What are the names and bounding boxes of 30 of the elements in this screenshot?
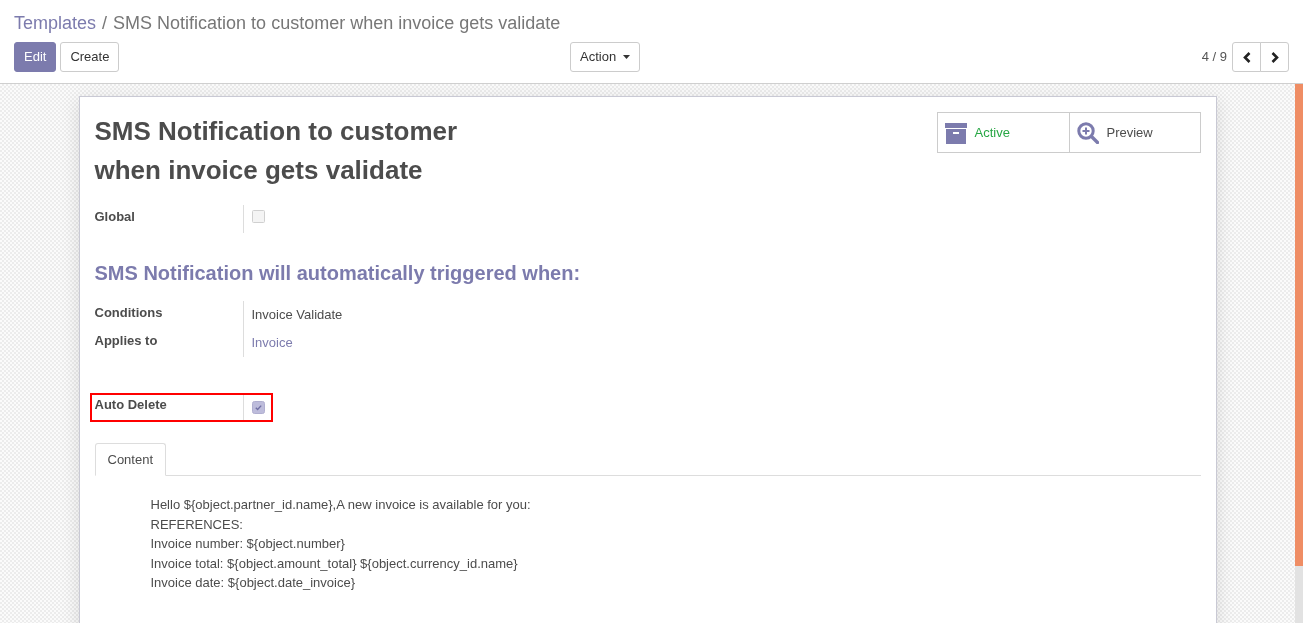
next-button[interactable] [1260, 42, 1289, 72]
section-heading: SMS Notification will automatically triggered when: [94, 261, 582, 286]
field-link[interactable]: Invoice [251, 335, 293, 350]
template-text-line: Invoice total: ${object.amount_total} ${object.currency_id.name} [150, 554, 519, 573]
previous-button[interactable] [1232, 42, 1261, 72]
field-label: Auto Delete [94, 395, 244, 420]
edit-button[interactable]: Edit [14, 42, 57, 72]
create-button[interactable]: Create [60, 42, 120, 72]
record-title: SMS Notification to customer when invoice gets validate [94, 115, 459, 187]
caret-icon [623, 55, 631, 59]
template-text-line: Invoice date: ${object.date_invoice} [150, 574, 357, 592]
pager-counter: 4 / 9 [1201, 48, 1227, 67]
chevron-right-icon [1270, 51, 1279, 63]
breadcrumb-separator: / [102, 12, 108, 35]
field-label: Applies to [94, 329, 244, 357]
field-value: Invoice Validate [251, 307, 343, 322]
tab[interactable]: Content [94, 443, 167, 476]
template-text-line: Invoice number: ${object.number} [150, 535, 346, 553]
checkbox[interactable] [251, 210, 265, 223]
chevron-left-icon [1242, 51, 1251, 63]
action-dropdown-button[interactable]: Action [570, 42, 641, 72]
field-label: Conditions [94, 301, 244, 329]
field-label: Global [94, 205, 244, 233]
magnifier-plus-icon [1076, 121, 1099, 144]
template-text-line: Hello ${object.partner_id.name},A new invoice is available for you: [150, 496, 532, 514]
template-text-line: REFERENCES: [150, 515, 244, 534]
archive-box-icon [944, 121, 967, 144]
checkbox[interactable] [251, 401, 265, 414]
breadcrumb-current: SMS Notification to customer when invoice gets validate [113, 12, 561, 35]
breadcrumb-link[interactable]: Templates [14, 10, 97, 36]
